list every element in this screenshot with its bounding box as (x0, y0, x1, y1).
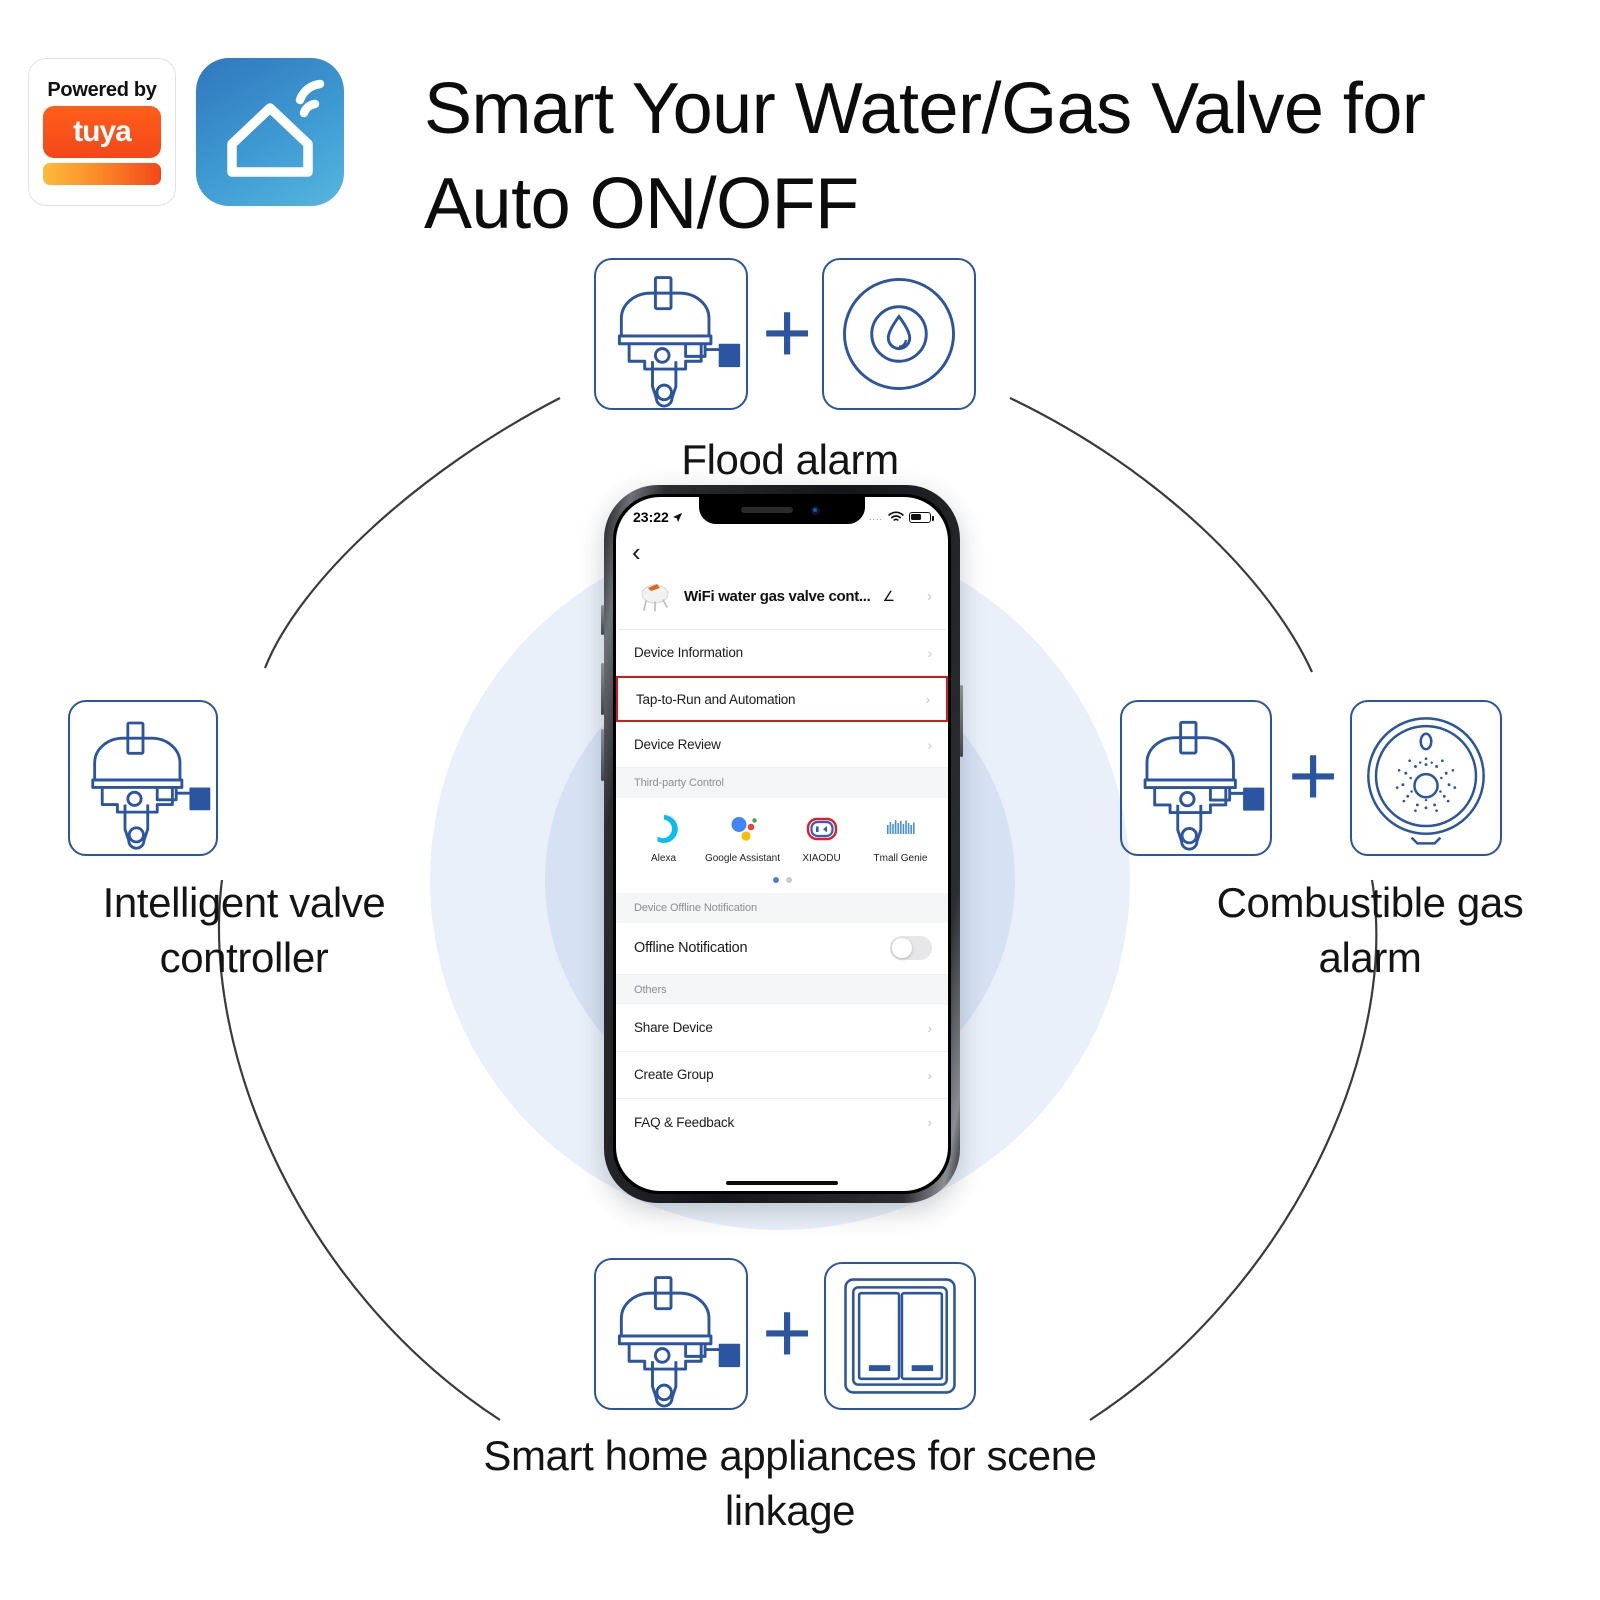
chevron-right-icon: › (927, 1066, 933, 1083)
tile-valve-left (68, 700, 218, 856)
third-party-item-xiaodu[interactable]: XIAODU (782, 812, 861, 866)
phone-power-button[interactable] (960, 685, 963, 757)
tile-wall-switch (824, 1262, 976, 1410)
header: Powered by tuya Smart Your Water/Gas Val… (0, 0, 1600, 250)
menu-row-tap-to-run-and-automation[interactable]: Tap-to-Run and Automation › (616, 676, 948, 722)
chevron-right-icon: › (925, 691, 931, 707)
tile-gas-detector (1350, 700, 1502, 856)
tile-water-sensor (822, 258, 976, 410)
phone-bezel: 23:22 .... ‹ WiFi water gas valve cont..… (613, 494, 951, 1194)
tuya-wordmark: tuya (73, 114, 132, 148)
phone-volume-up-button[interactable] (601, 663, 604, 715)
tile-valve-right (1120, 700, 1272, 856)
row-label: Offline Notification (634, 940, 748, 956)
powered-by-tuya-badge: Powered by tuya (28, 58, 190, 206)
tile-valve-top (594, 258, 748, 410)
third-party-item-google-assistant[interactable]: Google Assistant (703, 812, 782, 866)
caption-scene-linkage: Smart home appliances for scene linkage (483, 1432, 1097, 1535)
row-label: Device Review (634, 737, 721, 752)
caption-intelligent-valve-controller: Intelligent valve controller (102, 879, 386, 982)
third-party-label: Tmall Genie (873, 853, 928, 864)
xiaodu-icon (805, 812, 839, 846)
third-party-label: Alexa (650, 853, 676, 864)
third-party-item-tmall-genie[interactable]: Tmall Genie (861, 812, 940, 866)
tuya-logo: tuya (43, 61, 190, 158)
caption-combustible-gas-alarm: Combustible gas alarm (1216, 879, 1524, 982)
row-label: Create Group (634, 1067, 714, 1082)
valve-device-photo (636, 579, 674, 613)
device-header-row[interactable]: WiFi water gas valve cont... ∠ › (618, 573, 946, 630)
chevron-right-icon: › (927, 644, 933, 661)
third-party-label: XIAODU (802, 853, 841, 864)
smart-home-app-icon (196, 58, 344, 206)
row-label: Tap-to-Run and Automation (636, 691, 796, 707)
smart-home-wifi-icon (227, 79, 325, 177)
plus-sign-flood: + (762, 285, 813, 381)
row-share-device[interactable]: Share Device › (616, 1004, 948, 1052)
plus-sign-gas: + (1288, 728, 1339, 824)
valve-controller-icon (1143, 720, 1265, 851)
gas-detector-icon (1367, 717, 1485, 845)
page-title: Smart Your Water/Gas Valve for Auto ON/O… (424, 69, 1426, 245)
row-label: Share Device (634, 1020, 713, 1035)
section-others: Others (616, 974, 948, 1005)
valve-controller-icon (91, 721, 211, 850)
device-header-chevron: › (927, 587, 932, 605)
row-label: FAQ & Feedback (634, 1114, 734, 1130)
status-bar-left: 23:22 (633, 509, 683, 525)
third-party-label: Google Assistant (704, 853, 781, 864)
signal-dots: .... (868, 512, 883, 522)
plus-sign-scene: + (762, 1285, 813, 1381)
location-arrow-icon (672, 512, 682, 522)
home-indicator[interactable] (726, 1180, 838, 1185)
infographic-canvas: Powered by tuya Smart Your Water/Gas Val… (0, 0, 1600, 1600)
chevron-right-icon: › (927, 1114, 933, 1130)
status-time: 23:22 (633, 509, 669, 525)
phone-mute-button[interactable] (601, 605, 604, 635)
offline-notification-toggle[interactable] (890, 936, 932, 960)
tuya-wifi-icon (178, 61, 190, 72)
menu-row-device-review[interactable]: Device Review › (616, 722, 948, 768)
pager-dot-active[interactable] (772, 876, 779, 883)
pager-dot[interactable] (785, 876, 792, 883)
third-party-grid: Alexa Google Assistant XIAODU Tmall Geni… (616, 798, 948, 868)
device-name: WiFi water gas valve cont... (684, 587, 871, 605)
powered-by-label: Powered by (47, 78, 157, 101)
pencil-icon[interactable]: ∠ (883, 588, 896, 605)
chevron-right-icon: › (927, 736, 933, 753)
row-label: Device Information (634, 645, 743, 660)
google-assistant-icon (726, 812, 760, 846)
status-bar: 23:22 .... (616, 497, 948, 531)
valve-controller-icon (617, 1276, 741, 1408)
section-third-party-control: Third-party Control (616, 768, 948, 798)
row-offline-notification[interactable]: Offline Notification (616, 922, 948, 975)
caption-flood-alarm: Flood alarm (681, 436, 899, 483)
third-party-pager[interactable] (616, 867, 948, 893)
water-leak-sensor-icon (843, 278, 955, 390)
wall-switch-icon (844, 1278, 956, 1394)
phone-mockup: 23:22 .... ‹ WiFi water gas valve cont..… (601, 485, 963, 1203)
wifi-icon (888, 511, 904, 521)
chevron-right-icon: › (927, 1019, 933, 1036)
alexa-icon (647, 812, 681, 846)
valve-controller-icon (617, 276, 741, 408)
phone-volume-down-button[interactable] (601, 729, 604, 781)
third-party-item-alexa[interactable]: Alexa (624, 812, 703, 866)
nav-bar: ‹ (616, 531, 948, 573)
battery-icon (909, 511, 934, 523)
section-device-offline-notification: Device Offline Notification (616, 892, 948, 923)
tile-valve-bottom (594, 1258, 748, 1410)
status-bar-right: .... (868, 511, 934, 523)
row-create-group[interactable]: Create Group › (616, 1051, 948, 1099)
menu-row-device-information[interactable]: Device Information › (616, 630, 948, 676)
phone-screen: 23:22 .... ‹ WiFi water gas valve cont..… (616, 497, 948, 1191)
tmall-genie-icon (884, 812, 918, 846)
row-faq-feedback[interactable]: FAQ & Feedback › (616, 1098, 948, 1146)
tuya-gradient-bar (43, 162, 161, 185)
chevron-left-icon[interactable]: ‹ (632, 539, 641, 565)
